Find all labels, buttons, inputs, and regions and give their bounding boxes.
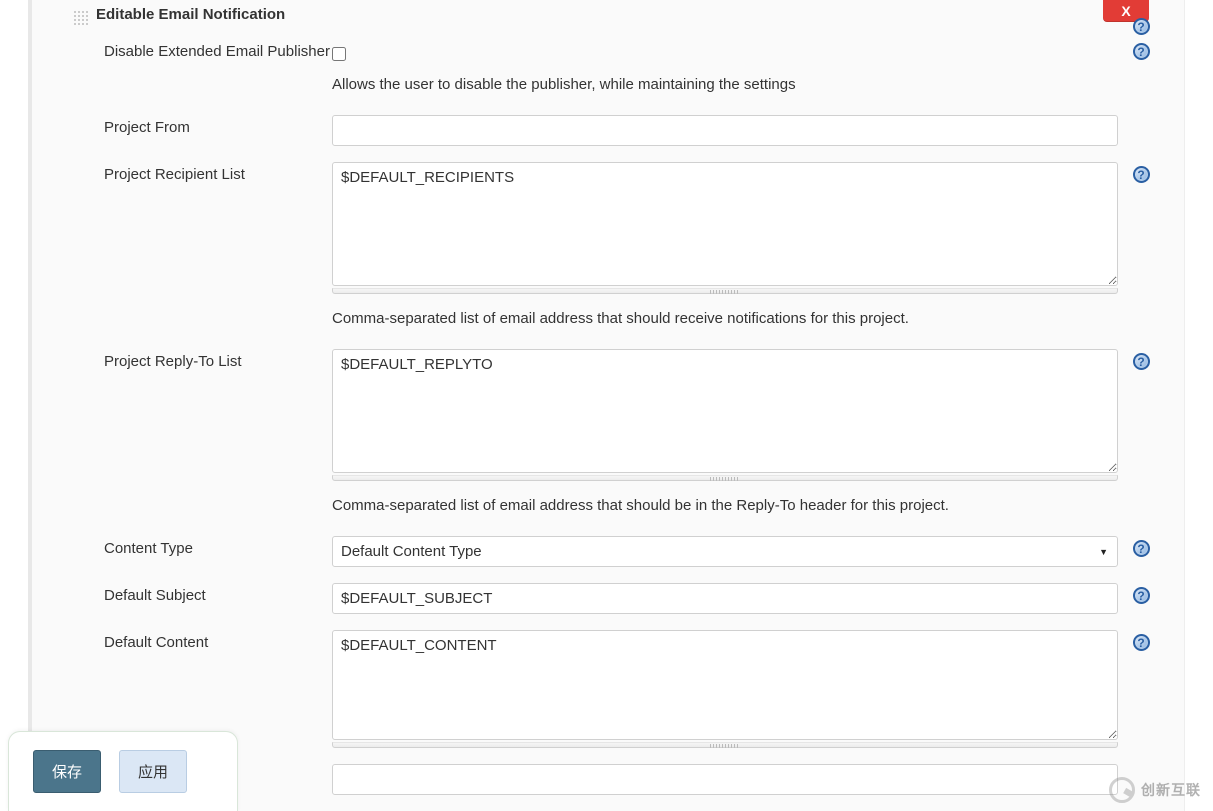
resize-grip-icon[interactable] [332, 288, 1118, 294]
label-default-subject: Default Subject [72, 583, 332, 604]
row-content-type: Content Type Default Content Type ? [72, 528, 1156, 575]
input-default-subject[interactable] [332, 583, 1118, 614]
input-project-from[interactable] [332, 115, 1118, 146]
help-icon[interactable]: ? [1133, 540, 1150, 557]
row-project-from: Project From [72, 107, 1156, 154]
hint-reply-to: Comma-separated list of email address th… [332, 493, 1118, 520]
watermark-text: 创新互联 [1141, 780, 1201, 800]
help-icon[interactable]: ? [1133, 43, 1150, 60]
label-reply-to: Project Reply-To List [72, 349, 332, 370]
section-header: Editable Email Notification ? [72, 0, 1156, 25]
label-disable-publisher: Disable Extended Email Publisher [72, 39, 332, 60]
hint-disable-publisher: Allows the user to disable the publisher… [332, 72, 1118, 99]
section-title: Editable Email Notification [96, 6, 285, 23]
resize-grip-icon[interactable] [332, 475, 1118, 481]
hint-row-disable-publisher: Allows the user to disable the publisher… [72, 72, 1156, 107]
row-default-subject: Default Subject ? [72, 575, 1156, 622]
textarea-default-content[interactable]: $DEFAULT_CONTENT [332, 630, 1118, 740]
row-recipient-list: Project Recipient List $DEFAULT_RECIPIEN… [72, 154, 1156, 341]
hint-recipient-list: Comma-separated list of email address th… [332, 306, 1118, 333]
footer-actions: 保存 应用 [8, 731, 238, 811]
watermark-ring-icon [1109, 777, 1135, 803]
save-button[interactable]: 保存 [33, 750, 101, 793]
resize-grip-icon[interactable] [332, 742, 1118, 748]
checkbox-disable-publisher[interactable] [332, 47, 346, 61]
help-icon[interactable]: ? [1133, 634, 1150, 651]
textarea-reply-to[interactable]: $DEFAULT_REPLYTO [332, 349, 1118, 473]
help-icon[interactable]: ? [1133, 166, 1150, 183]
textarea-recipient-list[interactable]: $DEFAULT_RECIPIENTS [332, 162, 1118, 286]
label-project-from: Project From [72, 115, 332, 136]
row-disable-publisher: Disable Extended Email Publisher ? [72, 31, 1156, 72]
watermark-logo: 创新互联 [1109, 777, 1201, 803]
help-icon[interactable]: ? [1133, 353, 1150, 370]
drag-handle-icon[interactable] [72, 9, 88, 25]
label-recipient-list: Project Recipient List [72, 162, 332, 183]
label-default-content: Default Content [72, 630, 332, 651]
row-reply-to: Project Reply-To List $DEFAULT_REPLYTO C… [72, 341, 1156, 528]
help-icon[interactable]: ? [1133, 587, 1150, 604]
select-content-type[interactable]: Default Content Type [332, 536, 1118, 567]
help-icon[interactable]: ? [1133, 18, 1150, 35]
label-content-type: Content Type [72, 536, 332, 557]
apply-button[interactable]: 应用 [119, 750, 187, 793]
input-next-partial[interactable] [332, 764, 1118, 795]
